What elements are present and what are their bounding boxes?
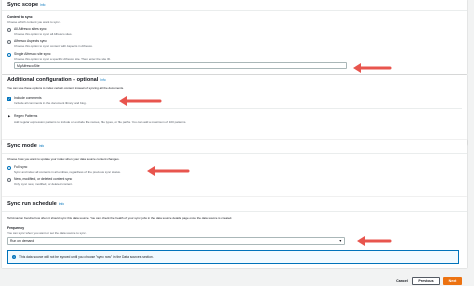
- divider: [2, 211, 467, 212]
- sync-schedule-info-link[interactable]: Info: [59, 202, 64, 206]
- frequency-label: Frequency: [7, 226, 25, 230]
- sync-mode-info-link[interactable]: Info: [39, 144, 44, 148]
- sync-schedule-panel: Sync run schedule Info Tell Amazon Kendra…: [2, 197, 467, 268]
- annotation-arrow-frequency: [357, 236, 392, 246]
- sync-scope-title: Sync scope Info: [7, 2, 45, 8]
- frequency-select-value: Run on demand: [10, 239, 35, 243]
- radio-aspects-desc: Choose this option to sync content with …: [14, 44, 93, 48]
- chevron-down-icon: ▼: [338, 239, 342, 243]
- previous-button[interactable]: Previous: [412, 277, 440, 285]
- sync-schedule-title: Sync run schedule Info: [7, 201, 64, 207]
- sync-mode-desc: Choose how you want to update your index…: [7, 157, 120, 161]
- radio-incremental-sync-label: New, modified, or deleted content sync: [14, 177, 73, 181]
- include-comments-checkbox[interactable]: ✓: [7, 97, 11, 101]
- sync-notice-text: This data source will not be synced unti…: [19, 255, 154, 259]
- radio-single-site-label: Single Alfresco site sync: [14, 52, 51, 56]
- divider: [2, 153, 467, 154]
- content-to-sync-desc: Choose which content you want to sync.: [7, 20, 61, 24]
- sync-scope-info-link[interactable]: Info: [40, 3, 45, 7]
- annotation-arrow-site-id: [353, 63, 392, 73]
- sync-notice-box: i This data source will not be synced un…: [7, 250, 459, 264]
- sync-mode-title-text: Sync mode: [7, 143, 37, 149]
- radio-incremental-sync-desc: Only sync new, modified, or deleted cont…: [14, 182, 73, 186]
- site-id-input[interactable]: MyAlfrescoSite: [14, 62, 347, 69]
- radio-aspects[interactable]: [7, 40, 11, 44]
- additional-config-title: Additional configuration - optional Info: [7, 77, 106, 83]
- include-comments-desc: Include all comments in the document lib…: [14, 101, 87, 105]
- regex-expand-caret-icon[interactable]: ▶: [8, 114, 10, 118]
- content-to-sync-label: Content to sync: [7, 15, 33, 19]
- annotation-arrow-full-sync: [147, 166, 190, 176]
- divider: [2, 10, 467, 11]
- radio-full-sync-desc: Sync and index all contents in all entit…: [14, 170, 121, 174]
- sync-scope-title-text: Sync scope: [7, 2, 39, 8]
- info-circle-icon: i: [12, 255, 16, 259]
- additional-config-panel: Additional configuration - optional Info …: [2, 75, 467, 145]
- sync-mode-panel: Sync mode Info Choose how you want to upd…: [2, 140, 467, 197]
- radio-full-sync-label: Full sync: [14, 165, 28, 169]
- regex-patterns-desc: Add regular expression patterns to inclu…: [14, 120, 187, 124]
- frequency-select[interactable]: Run on demand ▼: [7, 237, 345, 245]
- annotation-arrow-include-comments: [119, 96, 162, 106]
- radio-all-sites-desc: Choose this option to sync all Alfresco …: [14, 32, 73, 36]
- additional-config-desc: You can use these options to index certa…: [7, 86, 124, 90]
- additional-config-title-text: Additional configuration - optional: [7, 77, 99, 83]
- radio-all-sites[interactable]: [7, 28, 11, 32]
- frequency-desc: You can sync when you want or set the da…: [7, 231, 87, 235]
- cancel-button[interactable]: Cancel: [392, 278, 412, 285]
- next-button[interactable]: Next: [443, 277, 462, 285]
- regex-patterns-label[interactable]: Regex Patterns: [14, 114, 37, 118]
- sync-schedule-title-text: Sync run schedule: [7, 201, 57, 207]
- radio-full-sync[interactable]: [7, 166, 11, 170]
- radio-aspects-label: Alfresco Aspects sync: [14, 39, 47, 43]
- radio-incremental-sync[interactable]: [7, 178, 11, 182]
- divider: [7, 108, 462, 109]
- include-comments-label: Include comments: [14, 96, 42, 100]
- radio-all-sites-label: All Alfresco sites sync: [14, 27, 47, 31]
- radio-single-site-desc: Choose this option to sync a specific Al…: [14, 57, 111, 61]
- sync-schedule-desc: Tell Amazon Kendra how often it should s…: [7, 216, 233, 220]
- sync-mode-title: Sync mode Info: [7, 143, 44, 149]
- sync-scope-panel: Sync scope Info Content to sync Choose wh…: [2, 0, 467, 74]
- additional-config-info-link[interactable]: Info: [100, 78, 105, 82]
- radio-single-site[interactable]: [7, 53, 11, 57]
